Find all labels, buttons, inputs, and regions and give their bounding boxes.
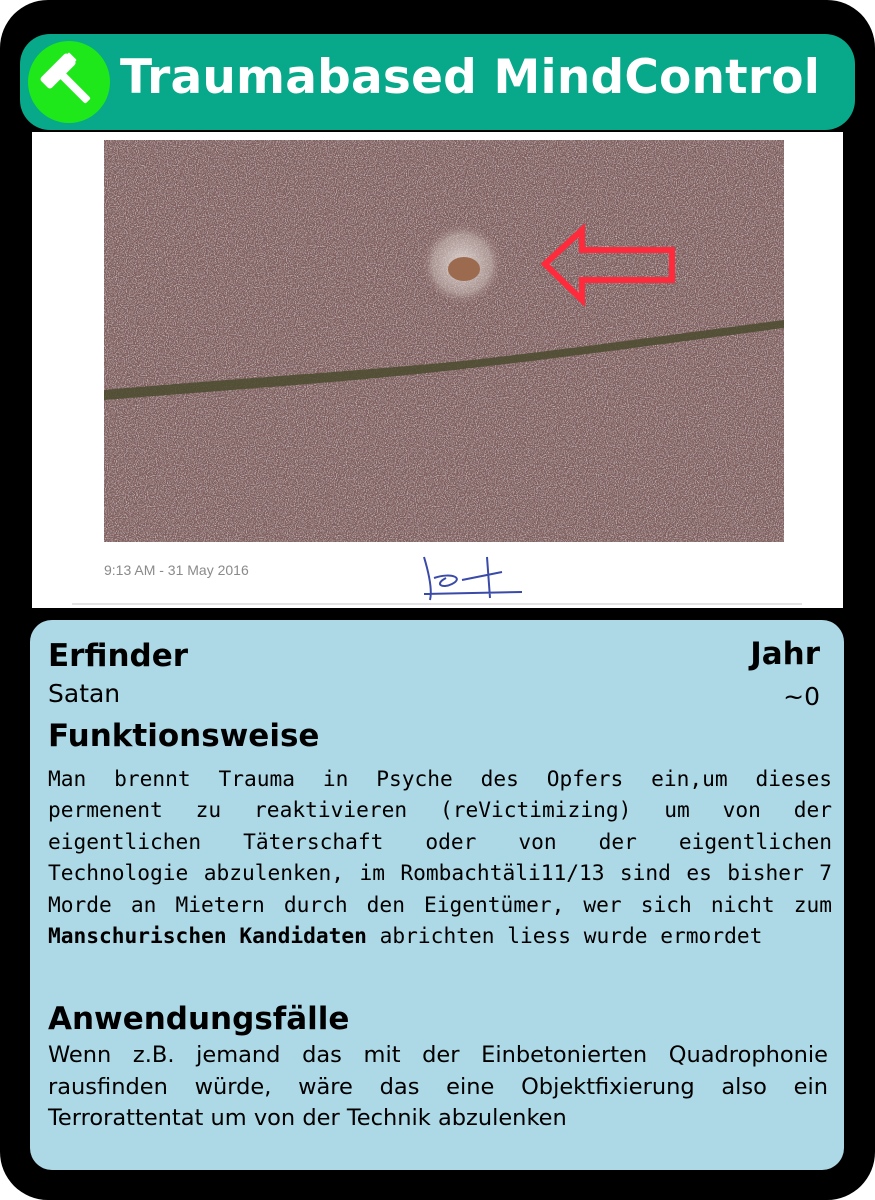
tool-badge [28, 41, 110, 123]
card-title: Traumabased MindControl [120, 50, 821, 105]
signature-mark [423, 556, 523, 601]
inventor-value: Satan [48, 679, 121, 708]
inventor-label: Erfinder [48, 638, 189, 674]
photo-timestamp: 9:13 AM - 31 May 2016 [104, 562, 249, 578]
function-description: Man brennt Trauma in Psyche des Opfers e… [48, 763, 832, 951]
usage-description: Wenn z.B. jemand das mit der Einbetonier… [48, 1042, 828, 1132]
function-label: Funktionsweise [48, 718, 320, 754]
year-label: Jahr [750, 636, 820, 672]
function-text-highlight: Manschurischen Kandidaten [48, 923, 367, 949]
stone-surface-photo [72, 140, 802, 605]
function-text-part: abrichten liess wurde ermordet [366, 923, 763, 949]
card-photo: 9:13 AM - 31 May 2016 [32, 132, 843, 608]
hammer-icon [40, 52, 91, 104]
title-bar: Traumabased MindControl [20, 34, 855, 130]
trading-card: Traumabased MindControl 9:13 AM - 31 May… [0, 0, 875, 1200]
info-panel: Erfinder Satan Jahr ~0 Funktionsweise Ma… [30, 620, 844, 1170]
usage-label: Anwendungsfälle [48, 1001, 350, 1037]
drill-mark [448, 257, 480, 281]
function-text-part: Man brennt Trauma in Psyche des Opfers e… [48, 766, 832, 917]
year-value: ~0 [783, 682, 820, 711]
